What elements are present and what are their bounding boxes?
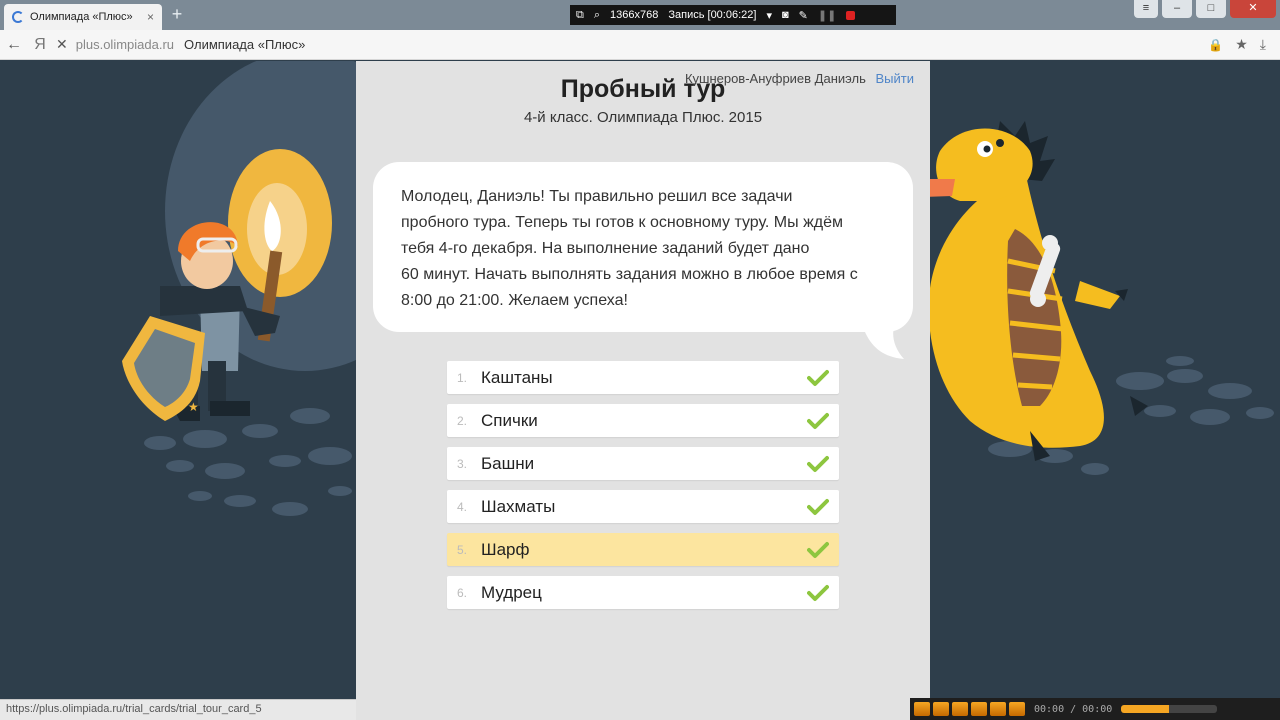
pause-icon[interactable]	[933, 702, 949, 716]
message-line: Молодец, Даниэль! Ты правильно решил все…	[401, 188, 793, 205]
message-line: пробного тура. Теперь ты готов к основно…	[401, 214, 843, 231]
checkmark-icon	[807, 455, 829, 472]
task-list: 1. Каштаны 2. Спички 3. Башни 4. Шахматы…	[447, 361, 839, 619]
bubble-tail	[861, 321, 904, 359]
task-name: Шарф	[481, 539, 530, 559]
close-window-button[interactable]: ✕	[1230, 0, 1276, 18]
media-player-controls: 00:00 / 00:00	[910, 698, 1280, 720]
checkmark-icon	[807, 584, 829, 601]
play-icon[interactable]	[914, 702, 930, 716]
task-name: Башни	[481, 453, 535, 473]
stop-loading-icon[interactable]: ✕	[56, 36, 68, 53]
task-number: 2.	[457, 413, 468, 428]
status-bar-url: https://plus.olimpiada.ru/trial_cards/tr…	[0, 699, 356, 720]
logout-link[interactable]: Выйти	[876, 71, 915, 86]
task-item-hovered[interactable]: 5. Шарф	[447, 533, 839, 566]
task-name: Каштаны	[481, 367, 553, 387]
svg-text:★: ★	[188, 400, 199, 414]
task-item[interactable]: 2. Спички	[447, 404, 839, 437]
tab-strip: Олимпиада «Плюс» × + ⧉ ⌕ 1366x768 Запись…	[0, 0, 1280, 30]
loading-spinner-icon	[12, 11, 24, 23]
checkmark-icon	[807, 412, 829, 429]
checkmark-icon	[807, 498, 829, 515]
window-controls: ≡ – □ ✕	[1134, 0, 1276, 18]
task-name: Мудрец	[481, 582, 542, 602]
svg-text:★: ★	[160, 405, 171, 419]
knight-boy-illustration: ★ ★	[122, 61, 356, 516]
recorder-status: Запись [00:06:22]	[668, 9, 757, 21]
lock-icon[interactable]: 🔒	[1208, 38, 1223, 52]
download-icon[interactable]: ⤓	[1260, 36, 1266, 53]
stop-icon[interactable]	[952, 702, 968, 716]
task-name: Шахматы	[481, 496, 556, 516]
task-number: 3.	[457, 456, 468, 471]
message-line: 60 минут. Начать выполнять задания можно…	[401, 266, 858, 283]
pause-icon[interactable]: ❚❚	[818, 9, 836, 22]
dropdown-icon[interactable]: ▾	[766, 9, 772, 22]
tab-title: Олимпиада «Плюс»	[30, 11, 133, 23]
pencil-icon[interactable]: ✎	[799, 9, 808, 22]
forward-icon[interactable]	[990, 702, 1006, 716]
dinosaur-illustration	[930, 121, 1274, 475]
rewind-icon[interactable]	[971, 702, 987, 716]
window-icon[interactable]: ⧉	[576, 9, 584, 22]
zoom-icon[interactable]: ⌕	[594, 9, 600, 22]
user-name: Кушнеров-Ануфриев Даниэль	[684, 71, 866, 86]
message-line: 8:00 до 21:00. Желаем успеха!	[401, 292, 628, 309]
back-arrow-icon[interactable]: ←	[0, 36, 28, 54]
player-time: 00:00 / 00:00	[1034, 703, 1113, 715]
volume-slider[interactable]	[1121, 705, 1218, 713]
task-number: 4.	[457, 499, 468, 514]
message-bubble: Молодец, Даниэль! Ты правильно решил все…	[373, 162, 913, 332]
task-item[interactable]: 6. Мудрец	[447, 576, 839, 609]
yandex-icon[interactable]: Я	[28, 36, 52, 54]
recorder-resolution: 1366x768	[610, 9, 659, 21]
screen-recorder-bar: ⧉ ⌕ 1366x768 Запись [00:06:22] ▾ ◙ ✎ ❚❚	[570, 5, 896, 25]
task-number: 5.	[457, 542, 468, 557]
task-item[interactable]: 4. Шахматы	[447, 490, 839, 523]
url-page-title: Олимпиада «Плюс»	[184, 37, 306, 52]
maximize-button[interactable]: □	[1196, 0, 1226, 18]
repeat-icon[interactable]	[1009, 702, 1025, 716]
browser-menu-icon[interactable]: ≡	[1134, 0, 1158, 18]
checkmark-icon	[807, 541, 829, 558]
browser-tab[interactable]: Олимпиада «Плюс» ×	[4, 4, 162, 30]
new-tab-button[interactable]: +	[168, 5, 186, 24]
task-number: 1.	[457, 370, 468, 385]
task-number: 6.	[457, 585, 468, 600]
camera-icon[interactable]: ◙	[782, 9, 789, 21]
user-info: Кушнеров-Ануфриев Даниэль Выйти	[685, 71, 914, 86]
minimize-button[interactable]: –	[1162, 0, 1192, 18]
checkmark-icon	[807, 369, 829, 386]
task-name: Спички	[481, 410, 538, 430]
address-bar-actions: 🔒 ★ ⤓	[1208, 36, 1280, 53]
address-bar: ← Я ✕ plus.olimpiada.ru Олимпиада «Плюс»…	[0, 30, 1280, 60]
stop-record-icon[interactable]	[846, 10, 856, 20]
main-panel: Пробный тур 4-й класс. Олимпиада Плюс. 2…	[356, 61, 930, 720]
task-item[interactable]: 3. Башни	[447, 447, 839, 480]
message-line: тебя 4-го декабря. На выполнение заданий…	[401, 240, 810, 257]
url-field[interactable]: ✕ plus.olimpiada.ru Олимпиада «Плюс»	[52, 33, 1208, 57]
tab-close-icon[interactable]: ×	[147, 10, 154, 24]
page-subtitle: 4-й класс. Олимпиада Плюс. 2015	[523, 109, 763, 126]
page-content: ★ ★ Пробный тур 4-й класс. Олимпиада Плю…	[0, 61, 1280, 720]
task-item[interactable]: 1. Каштаны	[447, 361, 839, 394]
url-domain: plus.olimpiada.ru	[75, 37, 175, 52]
bookmark-star-icon[interactable]: ★	[1235, 36, 1248, 53]
